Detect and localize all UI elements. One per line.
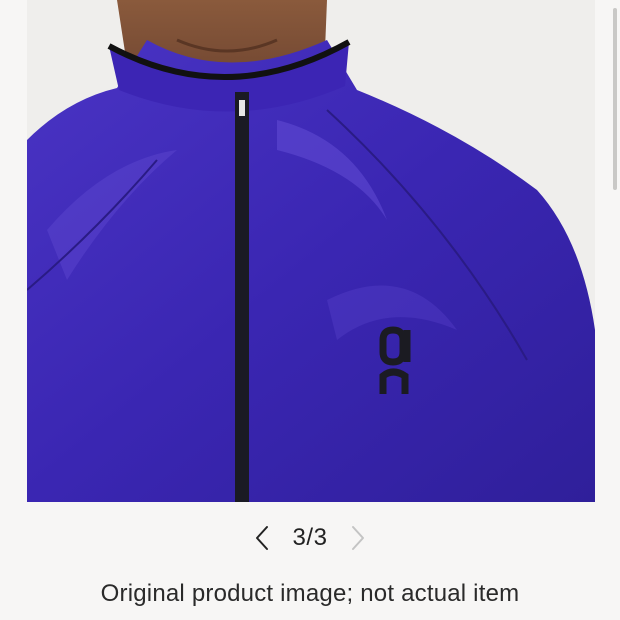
scrollbar[interactable] xyxy=(613,8,617,190)
total-count: 3 xyxy=(313,524,328,551)
product-image xyxy=(27,0,595,502)
previous-image-button[interactable] xyxy=(242,518,282,558)
next-image-button[interactable] xyxy=(338,518,378,558)
image-caption: Original product image; not actual item xyxy=(100,580,520,607)
counter-separator: / xyxy=(306,524,314,551)
image-pager: 3/3 xyxy=(0,518,620,558)
current-index: 3 xyxy=(292,524,307,551)
image-counter: 3/3 xyxy=(282,524,338,552)
chevron-left-icon xyxy=(256,526,268,550)
chevron-right-icon xyxy=(352,526,364,550)
